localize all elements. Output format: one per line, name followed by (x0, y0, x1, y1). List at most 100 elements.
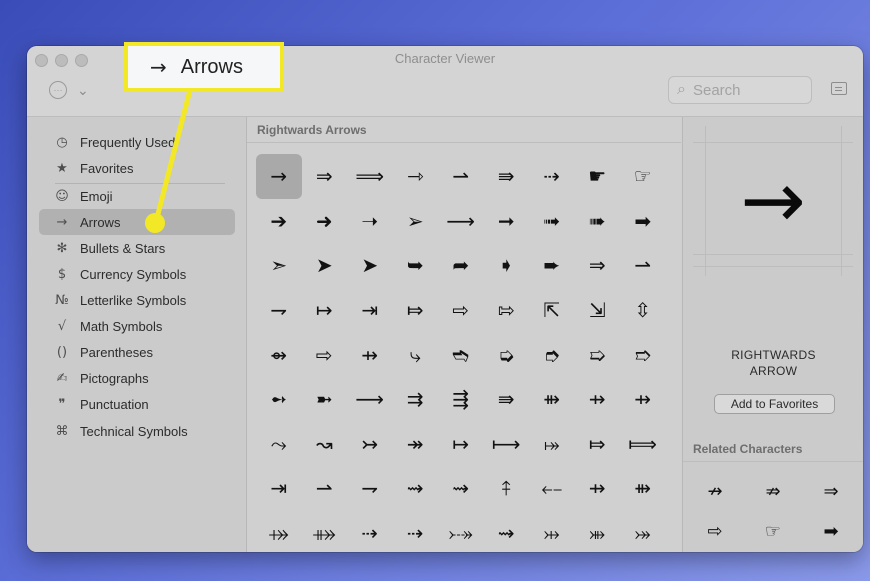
character-cell[interactable]: ⇝ (484, 511, 530, 552)
character-cell[interactable]: ⇒ (302, 154, 348, 199)
character-cell[interactable]: ⇻ (529, 377, 575, 422)
character-cell[interactable]: ↝ (302, 422, 348, 467)
character-cell[interactable]: ⇛ (484, 154, 530, 199)
action-menu-button[interactable]: ··· ⌄ (49, 81, 89, 99)
sidebar-item-technical-symbols[interactable]: ⌘ Technical Symbols (39, 418, 235, 444)
character-cell[interactable]: ⇲ (575, 288, 621, 333)
character-cell[interactable]: ⟾ (620, 422, 666, 467)
character-cell[interactable]: ⤕ (575, 511, 621, 552)
character-cell[interactable]: ⤐ (438, 511, 484, 552)
character-cell[interactable]: ☛ (575, 154, 621, 199)
character-cell[interactable]: ⇥ (256, 466, 302, 511)
sidebar-item-emoji[interactable]: ☺ Emoji (39, 183, 235, 209)
related-character[interactable]: 右 (744, 551, 802, 552)
character-cell[interactable]: ⇝ (438, 466, 484, 511)
character-cell[interactable]: ⇸ (347, 332, 393, 377)
character-cell[interactable]: ⇢ (347, 511, 393, 552)
sidebar-item-math-symbols[interactable]: √ Math Symbols (39, 313, 235, 339)
character-cell[interactable]: ⇱ (529, 288, 575, 333)
related-character[interactable]: ⇏ (744, 471, 802, 511)
character-cell[interactable]: ➤ (347, 243, 393, 288)
character-cell[interactable]: ⇁ (256, 288, 302, 333)
character-cell[interactable]: ➧ (484, 243, 530, 288)
character-cell[interactable]: ➣ (256, 243, 302, 288)
character-cell[interactable]: ➡ (620, 199, 666, 244)
character-cell[interactable]: ⇰ (484, 288, 530, 333)
character-cell[interactable]: ⇸ (620, 377, 666, 422)
character-cell[interactable]: ⤀ (256, 511, 302, 552)
character-cell[interactable]: ⇛ (484, 377, 530, 422)
character-cell[interactable]: ➱ (620, 332, 666, 377)
sidebar-item-currency-symbols[interactable]: $ Currency Symbols (39, 261, 235, 287)
related-character[interactable]: ⇒ (802, 471, 860, 511)
related-character[interactable]: ➡ (802, 511, 860, 551)
character-cell[interactable]: ⤇ (575, 422, 621, 467)
related-character[interactable]: → (802, 551, 860, 552)
related-character[interactable]: ☞ (744, 511, 802, 551)
character-cell[interactable]: ⟶ (438, 199, 484, 244)
character-cell[interactable]: ⇀ (620, 243, 666, 288)
character-cell[interactable]: ⇢ (529, 154, 575, 199)
character-cell[interactable]: ↣ (347, 422, 393, 467)
character-cell[interactable]: ⇁ (347, 466, 393, 511)
character-cell[interactable]: ➭ (484, 332, 530, 377)
view-toggle-button[interactable] (831, 82, 847, 95)
character-cell[interactable]: ⤌ (529, 466, 575, 511)
character-cell[interactable]: ⤷ (393, 332, 439, 377)
sidebar-item-arrows[interactable]: → Arrows (39, 209, 235, 235)
character-cell[interactable]: ⤇ (393, 288, 439, 333)
character-cell[interactable]: ⟶ (347, 377, 393, 422)
character-cell[interactable]: ➦ (438, 243, 484, 288)
related-character[interactable]: ⇨ (686, 511, 744, 551)
character-cell[interactable]: → (256, 154, 302, 199)
character-cell[interactable]: ➔ (256, 199, 302, 244)
character-cell[interactable]: ↦ (302, 288, 348, 333)
character-cell[interactable]: ⇒ (575, 243, 621, 288)
sidebar-item-bullets-stars[interactable]: ✻ Bullets & Stars (39, 235, 235, 261)
related-character[interactable]: ㊨ (686, 551, 744, 552)
search-input[interactable] (690, 80, 795, 100)
character-cell[interactable]: ➢ (393, 199, 439, 244)
character-cell[interactable]: ⇶ (438, 377, 484, 422)
character-cell[interactable]: ➝ (347, 199, 393, 244)
character-cell[interactable]: ⇻ (620, 466, 666, 511)
character-cell[interactable]: ⤳ (256, 422, 302, 467)
character-cell[interactable]: ⇸ (575, 466, 621, 511)
character-cell[interactable]: ➟ (529, 199, 575, 244)
character-cell[interactable]: ⇀ (302, 466, 348, 511)
add-to-favorites-button[interactable]: Add to Favorites (714, 394, 835, 414)
sidebar-item-pictographs[interactable]: ✍ Pictographs (39, 365, 235, 391)
character-cell[interactable]: ⇥ (347, 288, 393, 333)
sidebar-item-favorites[interactable]: ★ Favorites (39, 155, 235, 181)
sidebar-item-parentheses[interactable]: () Parentheses (39, 339, 235, 365)
character-cell[interactable]: ⇝ (393, 466, 439, 511)
character-cell[interactable]: ⇀ (438, 154, 484, 199)
character-cell[interactable]: ➞ (484, 199, 530, 244)
character-cell[interactable]: ⇨ (302, 332, 348, 377)
character-cell[interactable]: ⇾ (393, 154, 439, 199)
character-cell[interactable]: ↦ (438, 422, 484, 467)
character-cell[interactable]: ⇸ (575, 377, 621, 422)
character-cell[interactable]: ➻ (256, 377, 302, 422)
character-cell[interactable]: ⤉ (484, 466, 530, 511)
character-cell[interactable]: ⟼ (484, 422, 530, 467)
character-cell[interactable]: ⇳ (620, 288, 666, 333)
character-cell[interactable]: ➬ (438, 332, 484, 377)
character-cell[interactable]: ➥ (393, 243, 439, 288)
character-cell[interactable]: ⇉ (393, 377, 439, 422)
character-cell[interactable]: ⤁ (302, 511, 348, 552)
character-cell[interactable]: ➜ (302, 199, 348, 244)
character-cell[interactable]: ⤅ (529, 422, 575, 467)
character-cell[interactable]: ⇴ (256, 332, 302, 377)
character-cell[interactable]: ☞ (620, 154, 666, 199)
character-cell[interactable]: ➤ (302, 243, 348, 288)
character-cell[interactable]: ➯ (575, 332, 621, 377)
character-cell[interactable]: ⟹ (347, 154, 393, 199)
character-cell[interactable]: ⤖ (620, 511, 666, 552)
character-cell[interactable]: ➨ (529, 243, 575, 288)
character-cell[interactable]: ↠ (393, 422, 439, 467)
character-cell[interactable]: ➠ (575, 199, 621, 244)
character-cell[interactable]: ➼ (302, 377, 348, 422)
character-cell[interactable]: ➮ (529, 332, 575, 377)
related-character[interactable]: ↛ (686, 471, 744, 511)
